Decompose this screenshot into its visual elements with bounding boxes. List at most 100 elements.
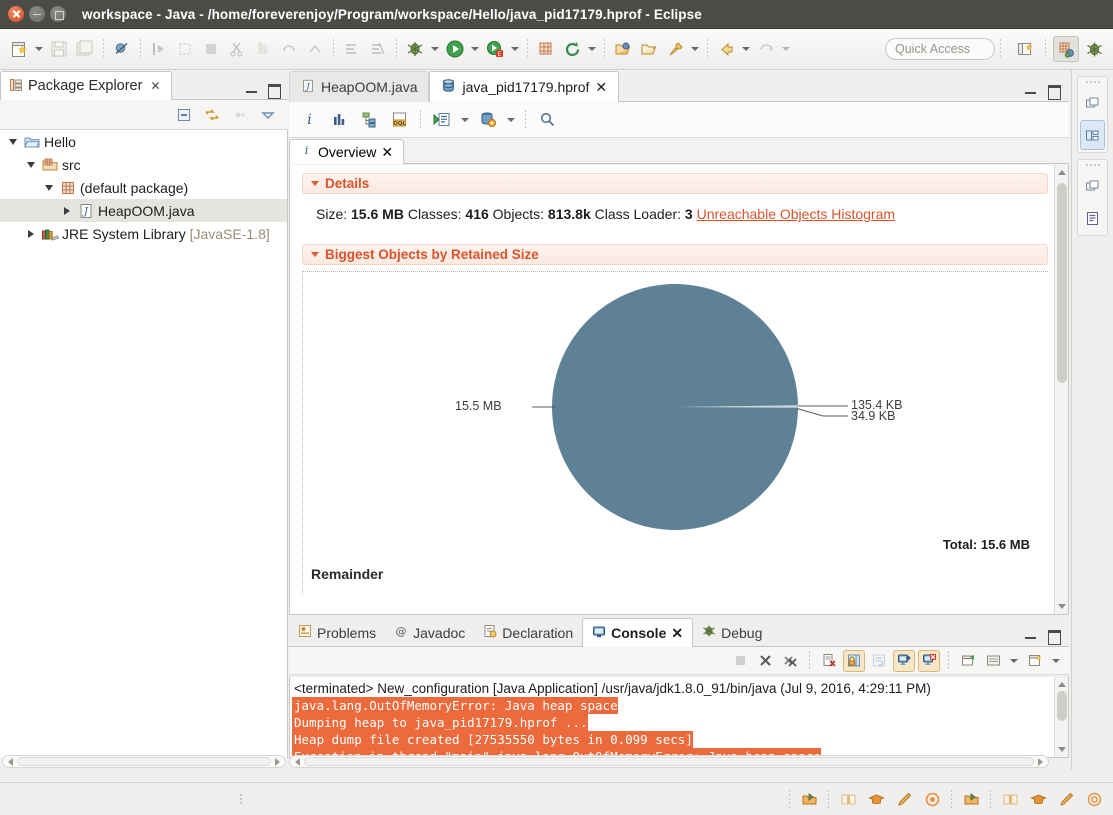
open-console-dropdown[interactable] — [1049, 648, 1063, 674]
pin-icon[interactable] — [662, 36, 688, 62]
scroll-left-icon[interactable] — [295, 757, 300, 766]
open-perspective-icon[interactable] — [1012, 36, 1038, 62]
expand-arrow-icon[interactable] — [4, 138, 22, 145]
target-icon[interactable] — [919, 787, 945, 811]
oql-icon[interactable]: OQL — [385, 107, 413, 133]
collapse-all-icon[interactable] — [172, 104, 196, 126]
expand-arrow-icon[interactable] — [58, 206, 76, 215]
unreachable-objects-histogram-link[interactable]: Unreachable Objects Histogram — [697, 206, 895, 222]
expand-arrow-icon[interactable] — [22, 161, 40, 168]
drag-handle[interactable] — [1078, 160, 1107, 169]
tab-java-pid17179-hprof[interactable]: java_pid17179.hprof ✕ — [429, 71, 620, 102]
expand-arrow-icon[interactable] — [22, 229, 40, 238]
back-dropdown[interactable] — [739, 36, 753, 62]
package-explorer-hscrollbar[interactable] — [2, 755, 286, 768]
remove-launch-icon[interactable] — [754, 650, 776, 672]
link-with-editor-icon[interactable] — [200, 104, 224, 126]
new-wizard-icon[interactable] — [6, 36, 32, 62]
scroll-thumb[interactable] — [1057, 691, 1067, 721]
drag-handle[interactable] — [1078, 77, 1107, 86]
scroll-thumb[interactable] — [304, 757, 1034, 766]
scroll-thumb[interactable] — [17, 757, 271, 766]
smart-insert-icon[interactable] — [796, 787, 822, 811]
tab-overview[interactable]: i Overview ✕ — [289, 139, 405, 164]
open-type-icon[interactable] — [610, 36, 636, 62]
debug-icon[interactable] — [402, 36, 428, 62]
outline-view-icon[interactable] — [1080, 120, 1105, 150]
scroll-up-icon[interactable] — [1058, 170, 1066, 175]
pencil-icon[interactable] — [891, 787, 917, 811]
task-list-view-icon[interactable] — [1080, 203, 1105, 233]
tree-item-src[interactable]: src — [0, 153, 287, 176]
minimize-icon[interactable] — [1024, 84, 1037, 97]
clear-console-icon[interactable] — [818, 650, 840, 672]
window-minimize-button[interactable] — [29, 6, 45, 22]
scroll-down-icon[interactable] — [1058, 604, 1066, 609]
scroll-up-icon[interactable] — [1058, 682, 1066, 687]
java-perspective-icon[interactable] — [1053, 36, 1079, 62]
query-browser-icon[interactable] — [474, 107, 502, 133]
scroll-lock-icon[interactable] — [843, 649, 865, 672]
new-wizard-dropdown[interactable] — [32, 36, 46, 62]
smart-insert-icon[interactable] — [958, 787, 984, 811]
book-icon[interactable] — [997, 787, 1023, 811]
tree-item-default-package[interactable]: (default package) — [0, 176, 287, 199]
book-icon[interactable] — [835, 787, 861, 811]
tree-item-hello[interactable]: Hello — [0, 130, 287, 153]
run-dropdown[interactable] — [468, 36, 482, 62]
tab-package-explorer[interactable]: Package Explorer ✕ — [0, 71, 172, 100]
close-icon[interactable]: ✕ — [381, 144, 393, 161]
package-explorer-tree[interactable]: Hello src (default package) J HeapOOM.ja… — [0, 130, 288, 758]
run-expert-dropdown[interactable] — [458, 107, 472, 133]
view-menu-icon[interactable] — [256, 104, 280, 126]
close-icon[interactable]: ✕ — [595, 79, 607, 96]
dominator-tree-icon[interactable] — [355, 107, 383, 133]
scroll-right-icon[interactable] — [1038, 757, 1043, 766]
target-icon[interactable] — [1081, 787, 1107, 811]
overview-info-icon[interactable]: i — [295, 107, 323, 133]
collapse-triangle-icon[interactable] — [311, 252, 319, 257]
tab-console[interactable]: Console ✕ — [582, 618, 694, 647]
scroll-right-icon[interactable] — [275, 757, 280, 766]
close-icon[interactable]: ✕ — [150, 79, 160, 93]
scroll-down-icon[interactable] — [1058, 747, 1066, 752]
tree-item-jre-system-library[interactable]: JRE System Library [JavaSE-1.8] — [0, 222, 287, 245]
overview-vscrollbar[interactable] — [1054, 165, 1068, 614]
tab-problems[interactable]: Problems — [289, 618, 385, 647]
display-selected-console-icon[interactable] — [982, 650, 1004, 672]
minimize-icon[interactable] — [1024, 629, 1037, 642]
remove-all-launches-icon[interactable] — [779, 650, 801, 672]
query-browser-dropdown[interactable] — [504, 107, 518, 133]
collapse-triangle-icon[interactable] — [311, 181, 319, 186]
details-section-header[interactable]: Details — [302, 173, 1048, 194]
debug-perspective-icon[interactable] — [1081, 36, 1107, 62]
debug-dropdown[interactable] — [428, 36, 442, 62]
tree-item-heapoom-java[interactable]: J HeapOOM.java — [0, 199, 287, 222]
scroll-left-icon[interactable] — [8, 757, 13, 766]
restore-view-icon[interactable] — [1080, 88, 1105, 118]
tab-debug[interactable]: Debug — [693, 618, 771, 647]
open-console-icon[interactable] — [1024, 650, 1046, 672]
show-console-on-output-icon[interactable] — [893, 649, 915, 672]
tab-declaration[interactable]: Declaration — [474, 618, 582, 647]
minimize-icon[interactable] — [245, 83, 258, 96]
back-icon[interactable] — [713, 36, 739, 62]
run-icon[interactable] — [442, 36, 468, 62]
console-vscrollbar[interactable] — [1054, 677, 1068, 757]
biggest-objects-section-header[interactable]: Biggest Objects by Retained Size — [302, 244, 1048, 265]
new-java-package-icon[interactable] — [533, 36, 559, 62]
refresh-icon[interactable] — [559, 36, 585, 62]
histogram-icon[interactable] — [325, 107, 353, 133]
run-expert-system-icon[interactable] — [428, 107, 456, 133]
quick-access-input[interactable]: Quick Access — [885, 38, 995, 60]
toggle-breakpoint-icon[interactable] — [109, 36, 135, 62]
maximize-icon[interactable] — [267, 83, 281, 99]
console-hscrollbar[interactable] — [289, 755, 1049, 768]
expand-arrow-icon[interactable] — [40, 184, 58, 191]
tab-javadoc[interactable]: @ Javadoc — [385, 618, 474, 647]
refresh-dropdown[interactable] — [585, 36, 599, 62]
pin-console-icon[interactable] — [957, 650, 979, 672]
retained-size-pie-chart[interactable]: 15.5 MB 135.4 KB 34.9 KB Total: 15.6 MB … — [302, 271, 1048, 594]
display-selected-console-dropdown[interactable] — [1007, 648, 1021, 674]
pencil-icon[interactable] — [1053, 787, 1079, 811]
